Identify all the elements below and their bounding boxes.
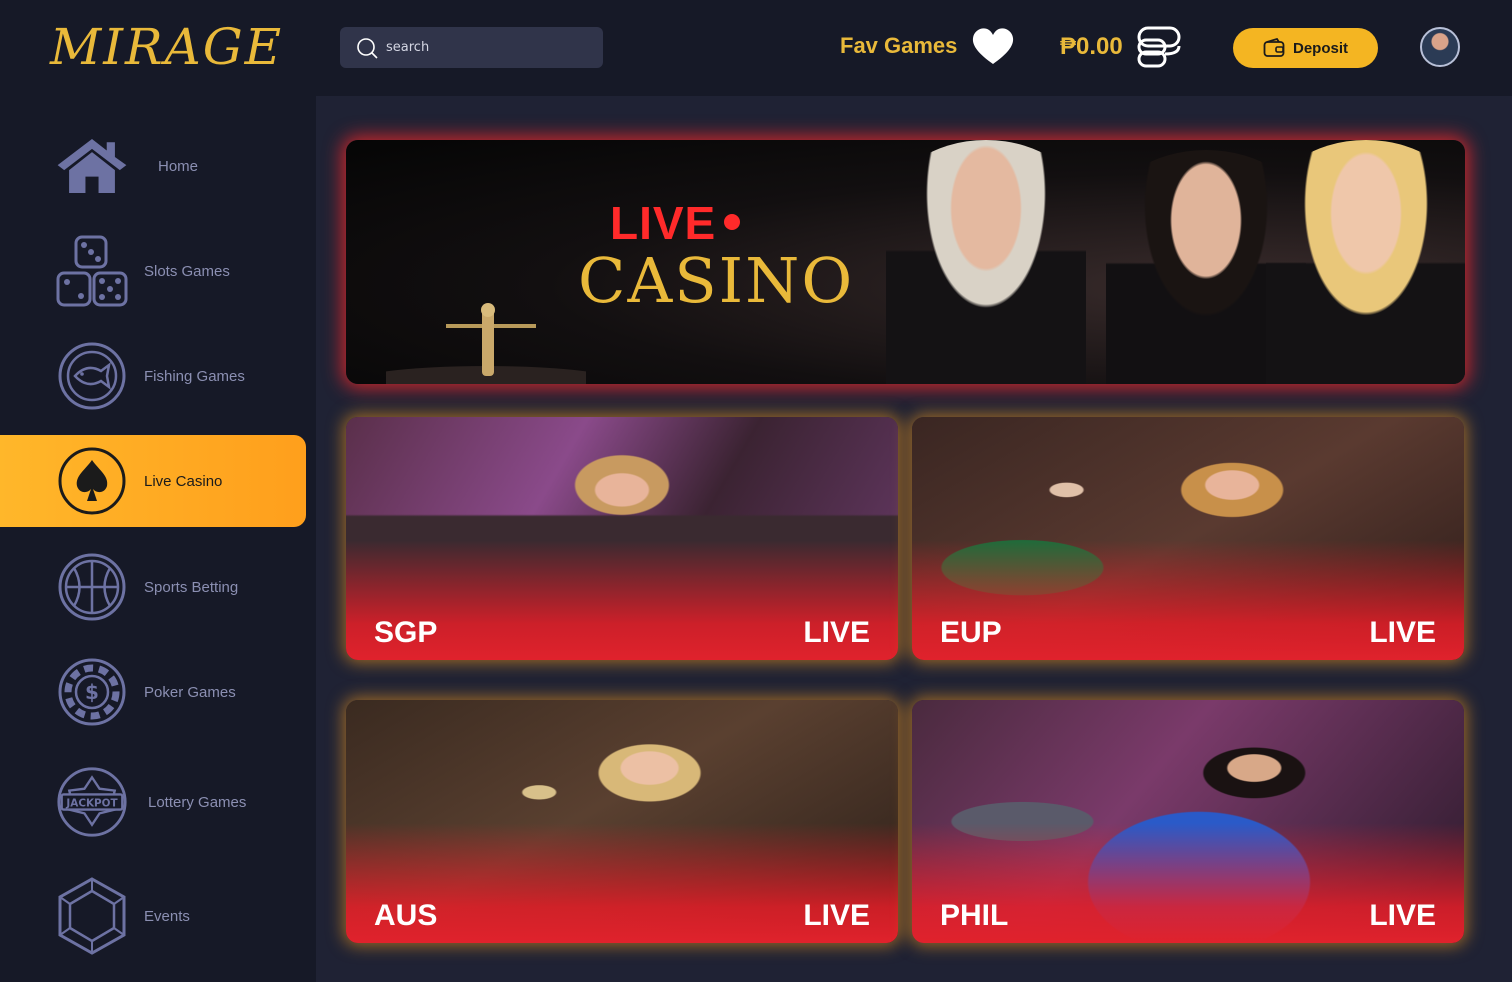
coin-stack-icon[interactable]: [1135, 24, 1185, 70]
sidebar-item-events[interactable]: Events: [0, 870, 306, 962]
balance-value: ₱0.00: [1060, 33, 1123, 60]
table-live-label: LIVE: [1369, 616, 1436, 649]
brand-logo[interactable]: MIRAGE: [50, 14, 283, 80]
sidebar-item-label: Home: [158, 157, 199, 175]
live-casino-banner[interactable]: LIVE CASINO: [346, 140, 1465, 384]
table-region-label: PHIL: [940, 899, 1009, 932]
table-card-aus[interactable]: AUS LIVE: [346, 700, 898, 943]
heart-icon[interactable]: [971, 26, 1015, 66]
dealer-image: [1266, 140, 1465, 384]
table-region-label: SGP: [374, 616, 438, 649]
search-icon: [357, 37, 378, 59]
table-live-label: LIVE: [803, 616, 870, 649]
poker-chip-icon: $: [56, 656, 128, 728]
sidebar-item-label: Poker Games: [144, 683, 236, 701]
banner-title: CASINO: [578, 244, 855, 317]
svg-text:JACKPOT: JACKPOT: [65, 798, 118, 810]
sidebar-item-label: Fishing Games: [144, 367, 245, 385]
sidebar-item-sports-betting[interactable]: Sports Betting: [0, 541, 306, 633]
jackpot-icon: JACKPOT: [56, 766, 128, 838]
hexagon-icon: [56, 877, 128, 955]
home-icon: [56, 130, 128, 202]
table-live-label: LIVE: [803, 899, 870, 932]
sidebar-item-label: Slots Games: [144, 262, 230, 280]
dice-icon: [56, 235, 128, 307]
banner-live-text: LIVE: [610, 197, 717, 249]
sidebar-item-label: Sports Betting: [144, 578, 239, 596]
table-live-label: LIVE: [1369, 899, 1436, 932]
sidebar-item-label: Lottery Games: [148, 793, 247, 811]
fav-games[interactable]: Fav Games: [840, 26, 1015, 66]
sidebar-item-label: Events: [144, 907, 190, 925]
sidebar-item-poker-games[interactable]: $ Poker Games: [0, 646, 306, 738]
sidebar-item-lottery-games[interactable]: JACKPOT Lottery Games: [0, 756, 306, 848]
live-indicator-dot: [724, 214, 740, 230]
fish-icon: [56, 340, 128, 412]
user-avatar[interactable]: [1420, 27, 1460, 67]
table-card-eup[interactable]: EUP LIVE: [912, 417, 1464, 660]
basketball-icon: [56, 551, 128, 623]
table-card-phil[interactable]: PHIL LIVE: [912, 700, 1464, 943]
wallet-icon: [1263, 38, 1285, 57]
sidebar-item-fishing-games[interactable]: Fishing Games: [0, 330, 306, 422]
table-region-label: EUP: [940, 616, 1002, 649]
sidebar-item-label: Live Casino: [144, 472, 223, 490]
sidebar-item-home[interactable]: Home: [0, 120, 306, 212]
dealer-image: [886, 140, 1086, 384]
table-card-sgp[interactable]: SGP LIVE: [346, 417, 898, 660]
deposit-label: Deposit: [1292, 39, 1348, 57]
search-input[interactable]: [386, 40, 586, 55]
sidebar-nav: Home Slots Games Fishing Games Live Casi…: [0, 96, 316, 982]
spade-icon: [56, 445, 128, 517]
table-region-label: AUS: [374, 899, 438, 932]
deposit-button[interactable]: Deposit: [1233, 28, 1378, 68]
roulette-wheel-image: [386, 303, 586, 384]
fav-games-label: Fav Games: [840, 33, 958, 58]
sidebar-item-live-casino[interactable]: Live Casino: [0, 435, 306, 527]
svg-text:$: $: [85, 680, 99, 704]
wallet-balance: ₱0.00: [1060, 24, 1185, 70]
search-bar[interactable]: [340, 27, 603, 68]
sidebar-item-slots-games[interactable]: Slots Games: [0, 225, 306, 317]
top-header: MIRAGE Fav Games ₱0.00 Deposit: [0, 0, 1512, 96]
